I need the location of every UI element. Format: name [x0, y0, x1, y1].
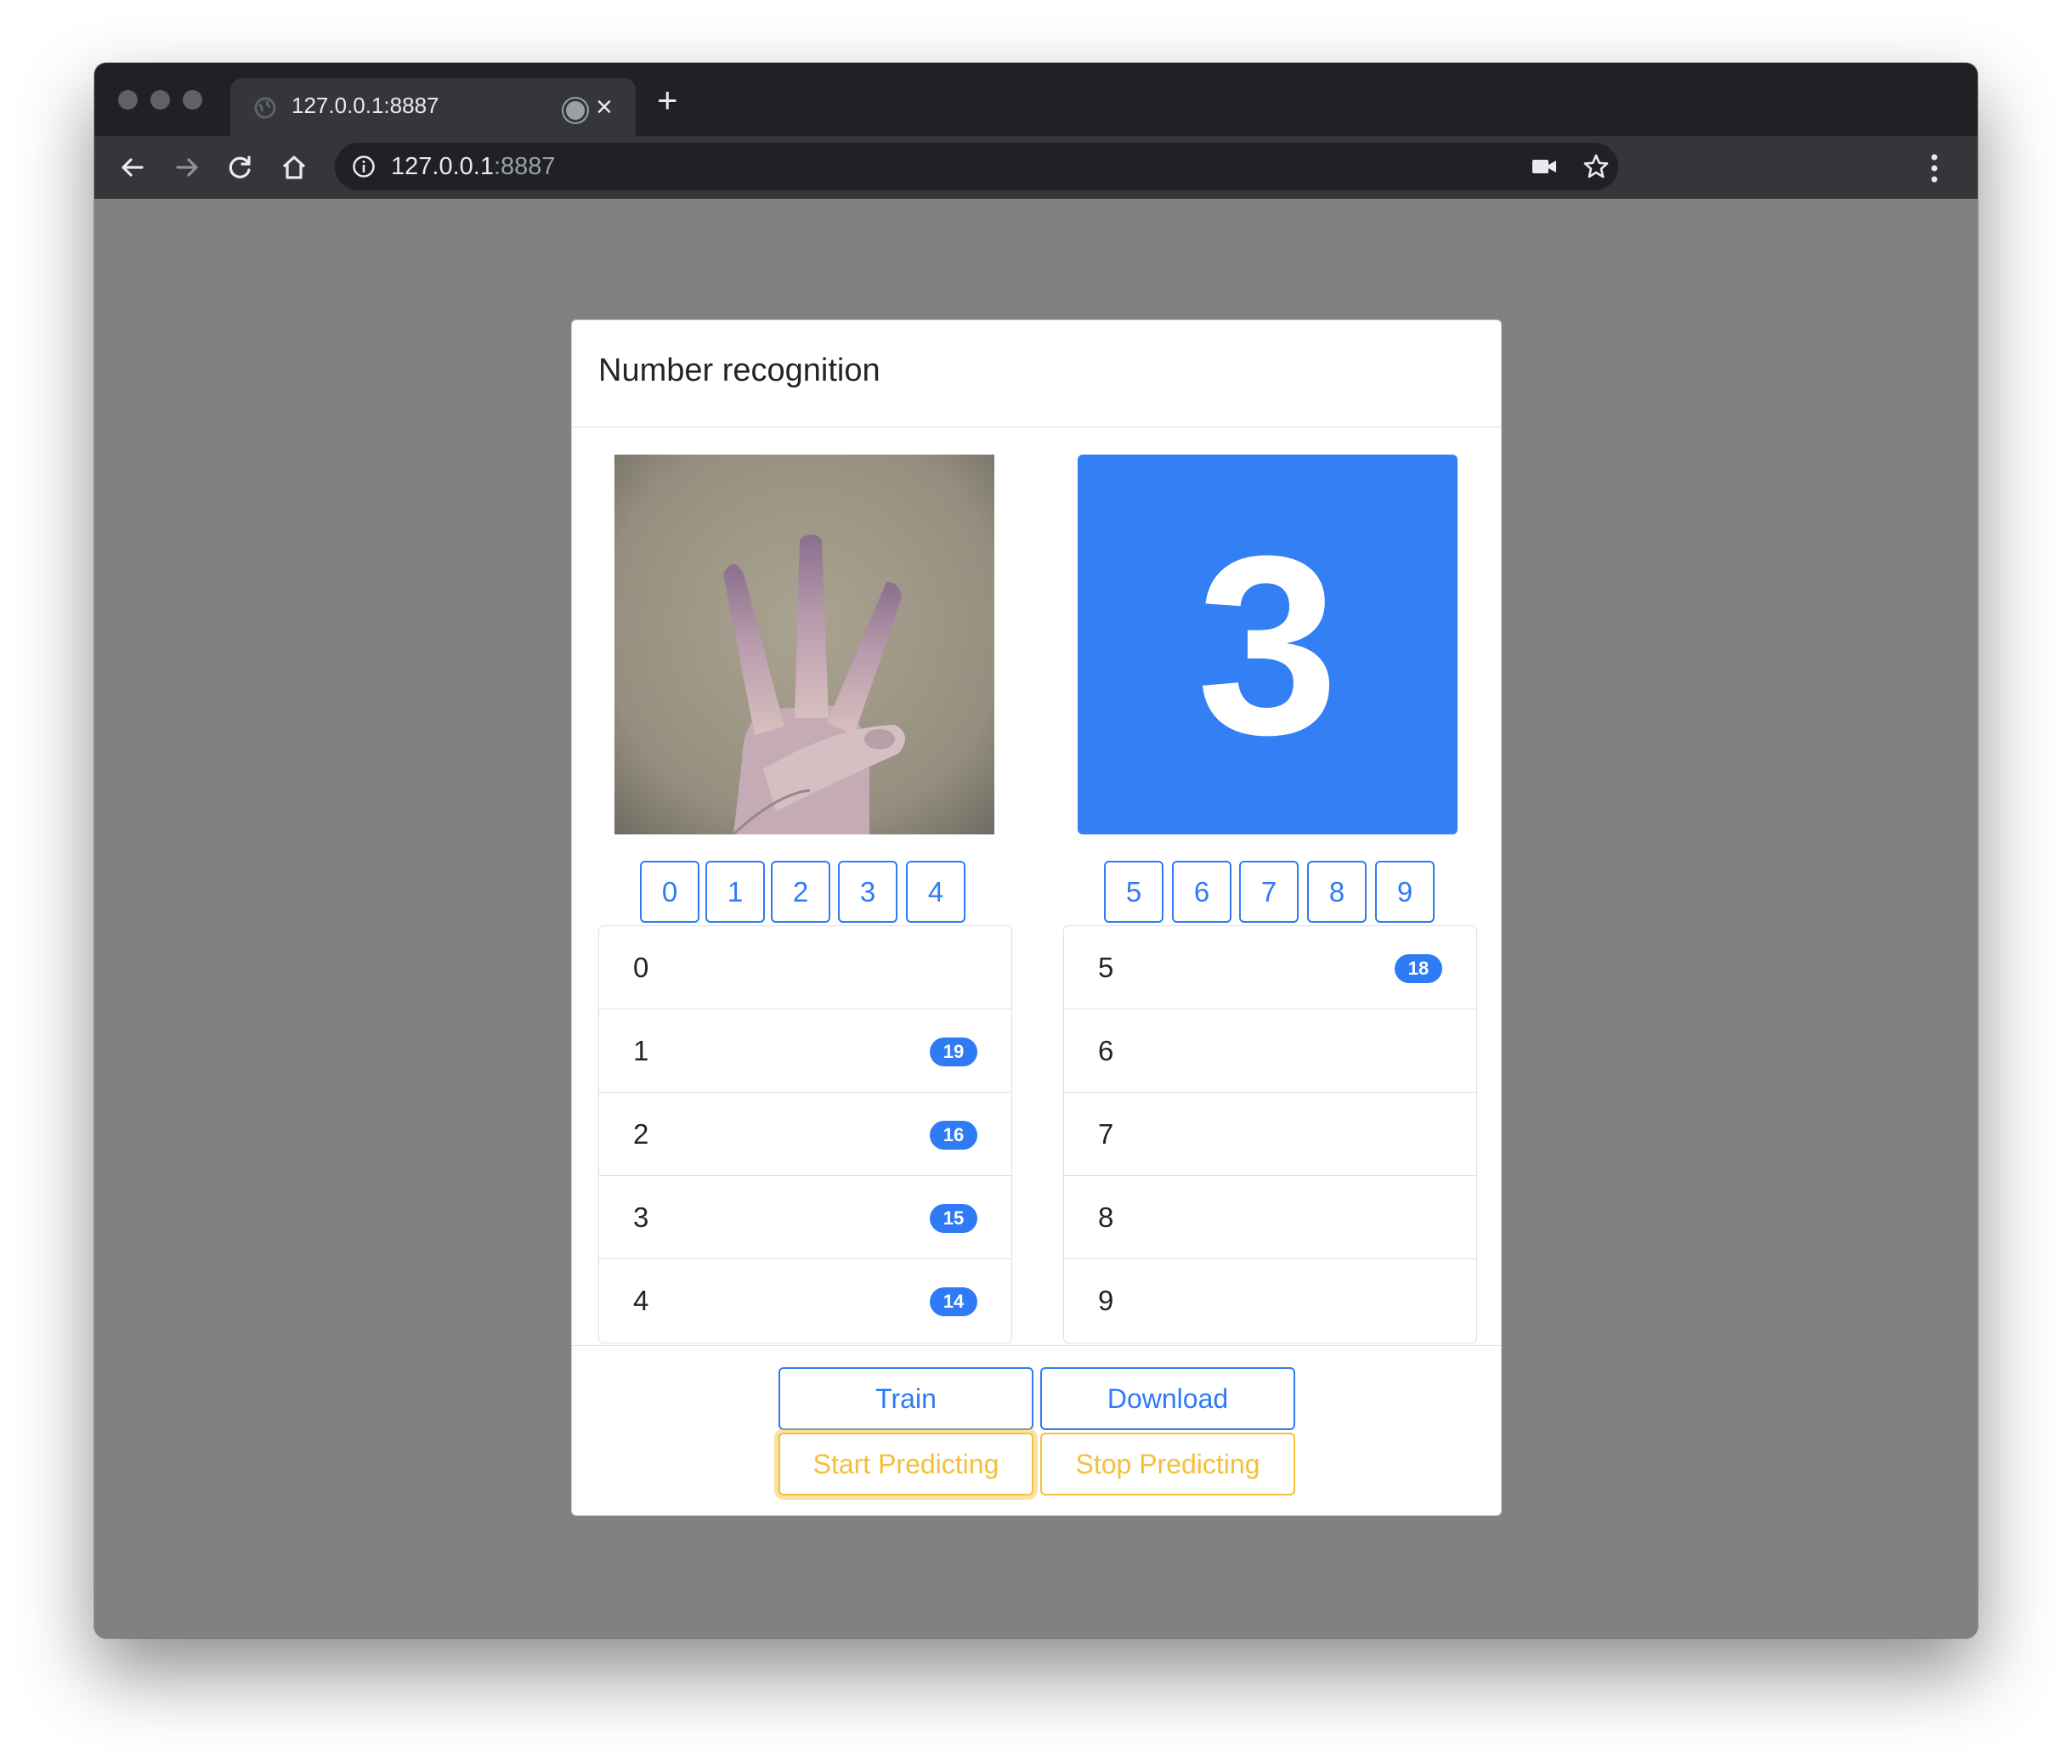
window-zoom-button[interactable]	[183, 90, 202, 110]
tab-title: 127.0.0.1:8887	[292, 93, 439, 118]
add-sample-button-0[interactable]: 0	[640, 861, 699, 923]
list-item: 0	[599, 926, 1011, 1009]
list-item-label: 7	[1098, 1118, 1114, 1150]
page-viewport: Number recognition 3 0 1 2 3 4 5 6 7 8 9…	[94, 199, 1978, 1638]
sample-list-right: 5 18 6 7 8 9	[1063, 925, 1477, 1343]
card-header: Number recognition	[572, 320, 1501, 427]
browser-toolbar: 127.0.0.1:8887	[94, 136, 1978, 200]
browser-tab[interactable]: 127.0.0.1:8887 ×	[230, 78, 636, 136]
url-port: :8887	[493, 153, 556, 180]
back-arrow-icon[interactable]	[118, 153, 147, 182]
add-sample-button-6[interactable]: 6	[1172, 861, 1231, 923]
info-icon[interactable]	[352, 155, 376, 178]
list-item-label: 5	[1098, 952, 1114, 983]
url-host: 127.0.0.1	[391, 153, 494, 180]
menu-dots-icon[interactable]	[1930, 153, 1939, 184]
list-item: 2 16	[599, 1093, 1011, 1176]
card-footer: Train Download Start Predicting Stop Pre…	[572, 1345, 1501, 1517]
list-item: 5 18	[1064, 926, 1476, 1009]
list-item-label: 4	[633, 1285, 649, 1316]
add-sample-button-9[interactable]: 9	[1375, 861, 1435, 923]
list-item: 8	[1064, 1176, 1476, 1259]
card-title: Number recognition	[598, 353, 880, 388]
address-bar[interactable]: 127.0.0.1:8887	[335, 143, 1618, 190]
start-predicting-button[interactable]: Start Predicting	[778, 1433, 1033, 1495]
webcam-preview	[614, 455, 994, 834]
tab-bar: 127.0.0.1:8887 × +	[94, 63, 1978, 136]
globe-icon	[254, 97, 276, 119]
star-icon[interactable]	[1582, 153, 1610, 180]
count-badge: 15	[930, 1204, 977, 1233]
stop-predicting-button[interactable]: Stop Predicting	[1040, 1433, 1295, 1495]
add-sample-button-1[interactable]: 1	[705, 861, 765, 923]
window-minimize-button[interactable]	[150, 90, 170, 110]
count-badge: 18	[1395, 954, 1442, 983]
reload-icon[interactable]	[226, 153, 255, 182]
camera-icon[interactable]	[1531, 156, 1557, 177]
list-item: 3 15	[599, 1176, 1011, 1259]
recording-indicator-icon	[563, 99, 587, 122]
list-item: 6	[1064, 1009, 1476, 1093]
list-item-label: 8	[1098, 1201, 1114, 1233]
list-item: 1 19	[599, 1009, 1011, 1093]
add-sample-button-8[interactable]: 8	[1307, 861, 1367, 923]
list-item-label: 3	[633, 1201, 649, 1233]
add-sample-button-5[interactable]: 5	[1104, 861, 1163, 923]
download-button[interactable]: Download	[1040, 1367, 1295, 1430]
window-close-button[interactable]	[118, 90, 138, 110]
prediction-display: 3	[1078, 455, 1458, 834]
count-badge: 19	[930, 1037, 977, 1066]
add-sample-button-3[interactable]: 3	[838, 861, 897, 923]
list-item: 4 14	[599, 1259, 1011, 1343]
train-button[interactable]: Train	[778, 1367, 1033, 1430]
add-sample-button-4[interactable]: 4	[906, 861, 965, 923]
url-text: 127.0.0.1:8887	[391, 153, 556, 181]
list-item-label: 6	[1098, 1035, 1114, 1066]
list-item: 9	[1064, 1259, 1476, 1343]
sample-list-left: 0 1 19 2 16 3 15 4 14	[598, 925, 1012, 1343]
add-sample-button-2[interactable]: 2	[771, 861, 830, 923]
list-item: 7	[1064, 1093, 1476, 1176]
close-icon[interactable]: ×	[596, 90, 613, 124]
list-item-label: 1	[633, 1035, 649, 1066]
plus-icon[interactable]: +	[657, 82, 678, 118]
recognition-card: Number recognition 3 0 1 2 3 4 5 6 7 8 9…	[571, 319, 1502, 1516]
count-badge: 16	[930, 1121, 977, 1150]
list-item-label: 0	[633, 952, 649, 983]
count-badge: 14	[930, 1287, 977, 1316]
list-item-label: 2	[633, 1118, 649, 1150]
forward-arrow-icon[interactable]	[173, 153, 201, 182]
add-sample-button-7[interactable]: 7	[1239, 861, 1299, 923]
list-item-label: 9	[1098, 1285, 1114, 1316]
browser-window: 127.0.0.1:8887 × + 127.0.0.1:8887 Number…	[94, 63, 1978, 1638]
home-icon[interactable]	[280, 153, 309, 182]
